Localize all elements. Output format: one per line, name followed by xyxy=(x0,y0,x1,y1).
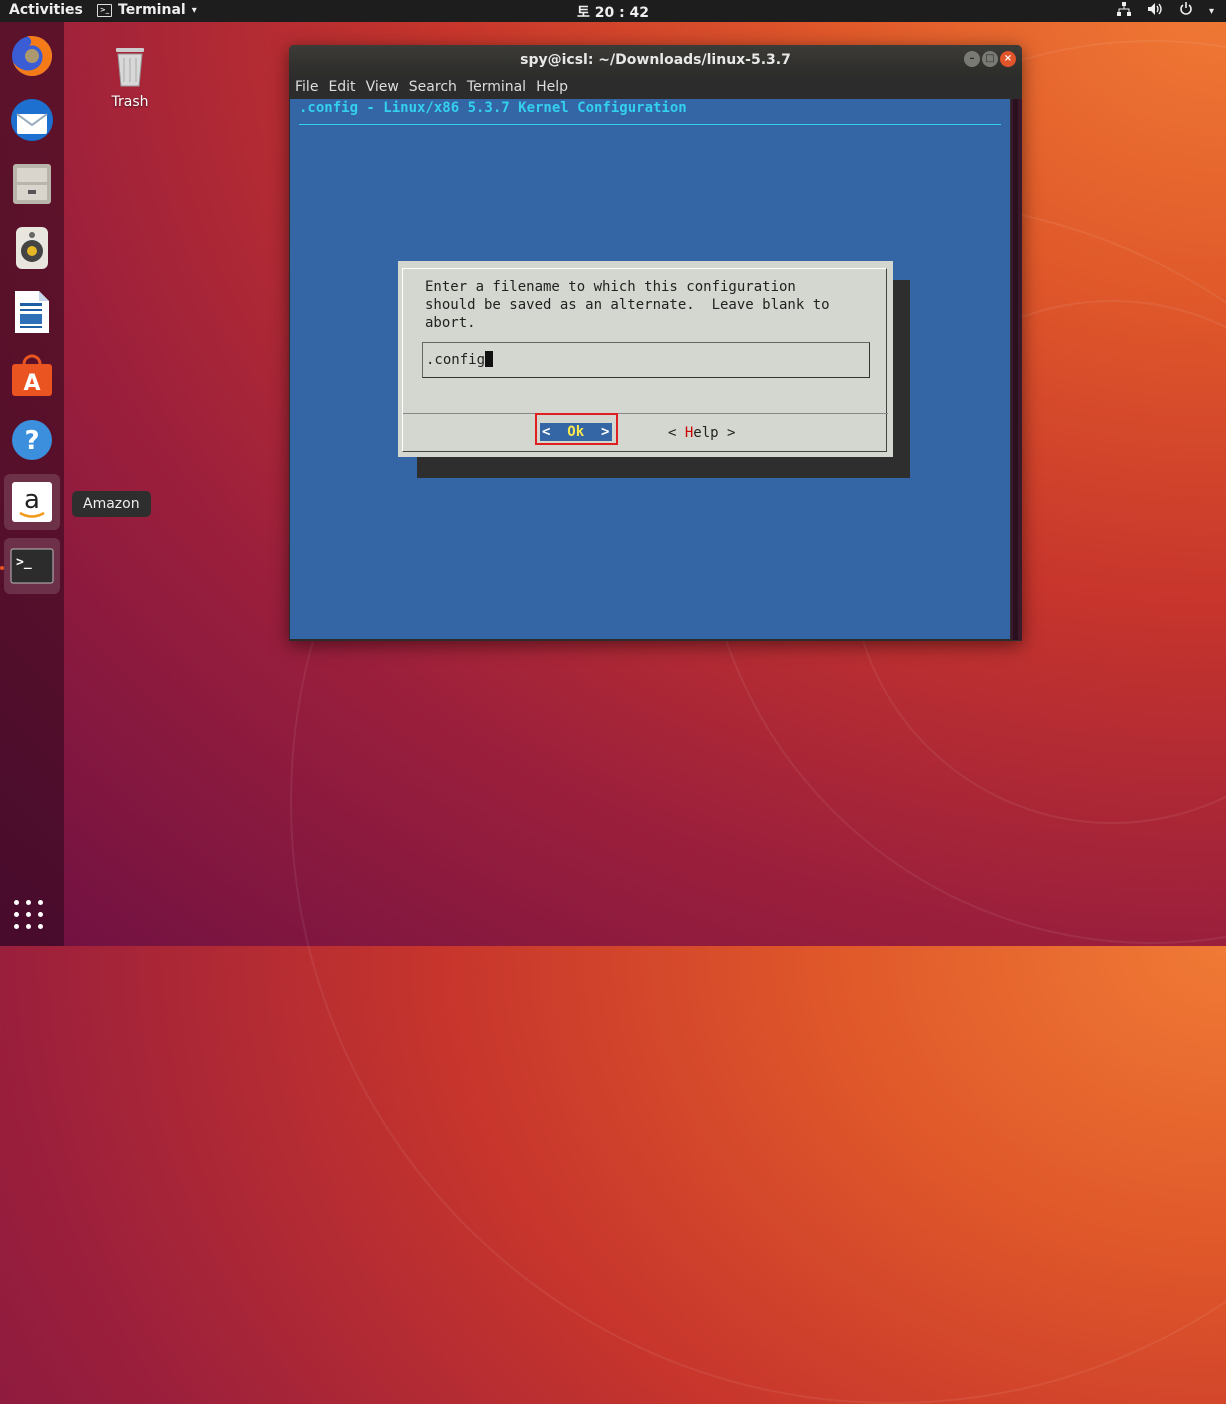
ok-button[interactable]: < Ok > xyxy=(540,423,612,441)
menu-search[interactable]: Search xyxy=(404,76,462,99)
menu-file[interactable]: File xyxy=(290,76,323,99)
power-icon[interactable] xyxy=(1179,2,1193,20)
dialog-message-line3: abort. xyxy=(425,315,476,331)
writer-icon[interactable] xyxy=(4,284,60,340)
button-separator xyxy=(403,413,888,414)
dock-tooltip: Amazon xyxy=(72,491,151,517)
dialog-message-line1: Enter a filename to which this configura… xyxy=(425,279,796,295)
rhythmbox-icon[interactable] xyxy=(4,220,60,276)
show-applications-button[interactable] xyxy=(14,900,46,932)
svg-text:A: A xyxy=(23,371,40,396)
menu-view[interactable]: View xyxy=(361,76,404,99)
help-button[interactable]: < Help > xyxy=(668,424,735,442)
terminal-screen[interactable]: .config - Linux/x86 5.3.7 Kernel Configu… xyxy=(290,99,1010,639)
filename-input[interactable]: .config xyxy=(422,342,870,378)
volume-icon[interactable] xyxy=(1147,2,1163,20)
menu-help[interactable]: Help xyxy=(531,76,573,99)
thunderbird-icon[interactable] xyxy=(4,92,60,148)
dock: A ? a >_ xyxy=(0,22,64,946)
save-config-dialog: Enter a filename to which this configura… xyxy=(398,261,893,457)
running-indicator xyxy=(0,566,4,570)
network-icon[interactable] xyxy=(1116,2,1131,20)
text-cursor xyxy=(485,351,494,367)
trash-label: Trash xyxy=(111,94,149,110)
amazon-icon[interactable]: a xyxy=(4,474,60,530)
terminal-window[interactable]: spy@icsl: ~/Downloads/linux-5.3.7 – □ × … xyxy=(289,45,1022,641)
trash-icon xyxy=(116,48,144,87)
terminal-icon[interactable]: >_ xyxy=(4,538,60,594)
ok-left-bracket: < xyxy=(542,424,568,440)
svg-text:?: ? xyxy=(24,426,39,456)
minimize-button[interactable]: – xyxy=(964,51,980,67)
firefox-icon[interactable] xyxy=(4,28,60,84)
window-title: spy@icsl: ~/Downloads/linux-5.3.7 xyxy=(520,52,791,68)
ok-label: Ok xyxy=(567,424,585,440)
svg-text:>_: >_ xyxy=(16,555,32,570)
system-tray[interactable]: ▾ xyxy=(1116,2,1214,20)
menu-bar: File Edit View Search Terminal Help xyxy=(289,76,1022,99)
trash-desktop-icon[interactable]: Trash xyxy=(100,42,160,110)
software-icon[interactable]: A xyxy=(4,348,60,404)
maximize-button[interactable]: □ xyxy=(982,51,998,67)
filename-input-value: .config xyxy=(426,352,486,368)
help-label-rest: elp > xyxy=(693,425,736,441)
help-left-bracket: < xyxy=(668,425,685,441)
clock[interactable]: 토 20 : 42 xyxy=(0,2,1226,22)
files-icon[interactable] xyxy=(4,156,60,212)
close-button[interactable]: × xyxy=(1000,51,1016,67)
top-bar: Activities >_ Terminal ▾ 토 20 : 42 ▾ xyxy=(0,0,1226,22)
dialog-message-line2: should be saved as an alternate. Leave b… xyxy=(425,297,830,313)
terminal-scrollbar[interactable] xyxy=(1011,99,1022,640)
config-title: .config - Linux/x86 5.3.7 Kernel Configu… xyxy=(299,100,687,116)
window-titlebar[interactable]: spy@icsl: ~/Downloads/linux-5.3.7 – □ × xyxy=(289,45,1022,76)
menu-terminal[interactable]: Terminal xyxy=(462,76,531,99)
menu-edit[interactable]: Edit xyxy=(323,76,360,99)
help-icon[interactable]: ? xyxy=(4,412,60,468)
caret-down-icon[interactable]: ▾ xyxy=(1209,6,1214,17)
title-rule xyxy=(299,124,1001,125)
ok-right-bracket: > xyxy=(584,424,610,440)
svg-text:a: a xyxy=(24,485,40,515)
